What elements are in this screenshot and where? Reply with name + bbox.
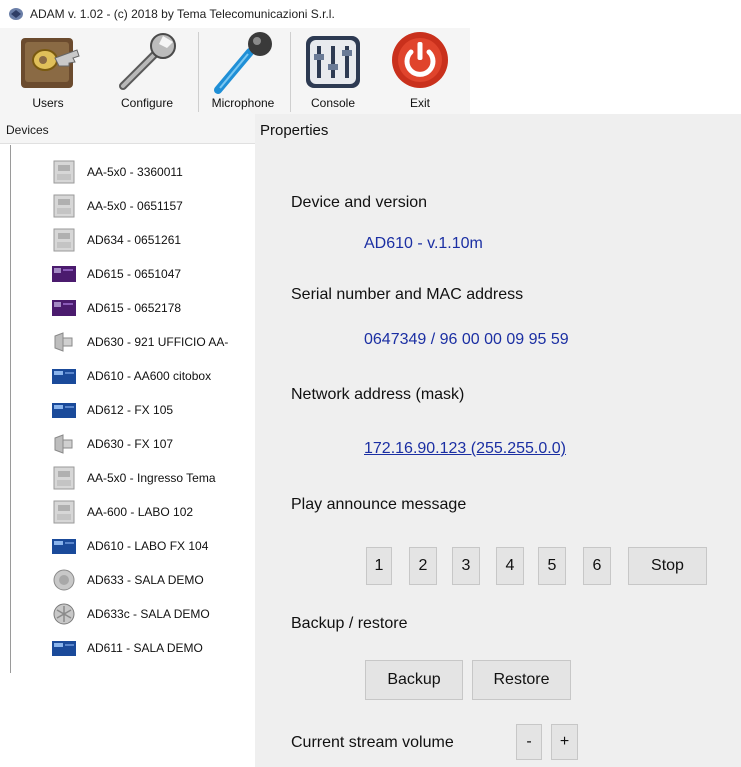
device-item[interactable]: AD610 - LABO FX 104 <box>11 531 261 561</box>
gray-panel-icon <box>53 160 75 184</box>
device-label: AD611 - SALA DEMO <box>87 641 203 655</box>
device-item[interactable]: AD633c - SALA DEMO <box>11 599 261 629</box>
console-icon <box>306 36 360 88</box>
exit-label: Exit <box>409 96 430 110</box>
serial-label: Serial number and MAC address <box>291 286 524 303</box>
properties-panel: Properties Device and version AD610 - v.… <box>255 114 741 767</box>
devices-header: Devices <box>0 114 260 144</box>
announce-button-5[interactable]: 5 <box>538 547 566 585</box>
properties-title: Properties <box>260 122 329 139</box>
device-label: AA-5x0 - 0651157 <box>87 199 183 213</box>
exit-button[interactable]: Exit <box>380 28 460 114</box>
device-item[interactable]: AD615 - 0652178 <box>11 293 261 323</box>
announce-button-1[interactable]: 1 <box>366 547 392 585</box>
round-speaker-icon <box>53 569 75 591</box>
users-keys-icon <box>21 38 80 88</box>
device-item[interactable]: AA-5x0 - 0651157 <box>11 191 261 221</box>
round-speaker-icon <box>53 603 75 625</box>
purple-device-icon <box>52 300 76 316</box>
toolbar-separator <box>290 32 291 112</box>
device-label: AD615 - 0652178 <box>87 301 182 315</box>
app-icon <box>9 8 23 20</box>
device-item[interactable]: AA-5x0 - Ingresso Tema <box>11 463 261 493</box>
blue-device-icon <box>52 369 76 384</box>
gray-panel-icon <box>53 500 75 524</box>
device-version-value: AD610 - v.1.10m <box>364 235 483 252</box>
device-label: AA-600 - LABO 102 <box>87 505 194 519</box>
announce-button-3[interactable]: 3 <box>452 547 480 585</box>
window-title: ADAM v. 1.02 - (c) 2018 by Tema Telecomu… <box>30 7 335 21</box>
device-item[interactable]: AD610 - AA600 citobox <box>11 361 261 391</box>
console-label: Console <box>310 96 356 110</box>
device-item[interactable]: AD612 - FX 105 <box>11 395 261 425</box>
device-label: AD612 - FX 105 <box>87 403 174 417</box>
blue-device-icon <box>52 403 76 418</box>
device-label: AD615 - 0651047 <box>87 267 182 281</box>
serial-value: 0647349 / 96 00 00 09 95 59 <box>364 331 569 348</box>
purple-device-icon <box>52 266 76 282</box>
device-item[interactable]: AD633 - SALA DEMO <box>11 565 261 595</box>
configure-label: Configure <box>120 96 174 110</box>
volume-down-button[interactable]: - <box>516 724 542 760</box>
console-button[interactable]: Console <box>294 28 372 114</box>
network-label: Network address (mask) <box>291 386 465 403</box>
restore-button[interactable]: Restore <box>472 660 571 700</box>
blue-device-icon <box>52 539 76 554</box>
toolbar-separator <box>198 32 199 112</box>
device-label: AD633 - SALA DEMO <box>87 573 204 587</box>
device-item[interactable]: AA-600 - LABO 102 <box>11 497 261 527</box>
announce-button-4[interactable]: 4 <box>496 547 524 585</box>
announce-label: Play announce message <box>291 496 467 513</box>
microphone-icon <box>214 32 272 94</box>
device-item[interactable]: AD630 - 921 UFFICIO AA- <box>11 327 261 357</box>
toolbar: Users Configure Microphone Console Exit <box>0 28 470 115</box>
device-label: AD610 - LABO FX 104 <box>87 539 209 553</box>
microphone-label: Microphone <box>211 96 275 110</box>
configure-button[interactable]: Configure <box>104 28 190 114</box>
backup-section-label: Backup / restore <box>291 615 408 632</box>
speaker-icon <box>54 434 73 454</box>
device-item[interactable]: AA-5x0 - 3360011 <box>11 157 261 187</box>
volume-up-button[interactable]: + <box>551 724 578 760</box>
users-button[interactable]: Users <box>8 28 88 114</box>
wrench-icon <box>119 33 176 90</box>
announce-button-2[interactable]: 2 <box>409 547 437 585</box>
users-label: Users <box>32 96 64 110</box>
device-item[interactable]: AD634 - 0651261 <box>11 225 261 255</box>
device-label: AD610 - AA600 citobox <box>87 369 212 383</box>
network-address-link[interactable]: 172.16.90.123 (255.255.0.0) <box>364 440 566 458</box>
gray-panel-icon <box>53 194 75 218</box>
speaker-icon <box>54 332 73 352</box>
title-bar: ADAM v. 1.02 - (c) 2018 by Tema Telecomu… <box>0 0 478 28</box>
gray-panel-icon <box>53 228 75 252</box>
announce-button-6[interactable]: 6 <box>583 547 611 585</box>
device-list[interactable]: AA-5x0 - 3360011 AA-5x0 - 0651157 AD634 … <box>10 145 261 673</box>
backup-button[interactable]: Backup <box>365 660 463 700</box>
gray-panel-icon <box>53 466 75 490</box>
device-item[interactable]: AD630 - FX 107 <box>11 429 261 459</box>
device-label: AD634 - 0651261 <box>87 233 182 247</box>
device-item[interactable]: AD611 - SALA DEMO <box>11 633 261 663</box>
stop-button[interactable]: Stop <box>628 547 707 585</box>
device-label: AD630 - 921 UFFICIO AA- <box>87 335 229 349</box>
device-item[interactable]: AD615 - 0651047 <box>11 259 261 289</box>
device-label: AD630 - FX 107 <box>87 437 174 451</box>
volume-label: Current stream volume <box>291 734 454 751</box>
microphone-button[interactable]: Microphone <box>200 28 286 114</box>
device-label: AA-5x0 - Ingresso Tema <box>87 471 216 485</box>
device-version-label: Device and version <box>291 194 428 211</box>
power-icon <box>392 32 448 88</box>
device-label: AA-5x0 - 3360011 <box>87 165 183 179</box>
device-label: AD633c - SALA DEMO <box>87 607 210 621</box>
blue-device-icon <box>52 641 76 656</box>
